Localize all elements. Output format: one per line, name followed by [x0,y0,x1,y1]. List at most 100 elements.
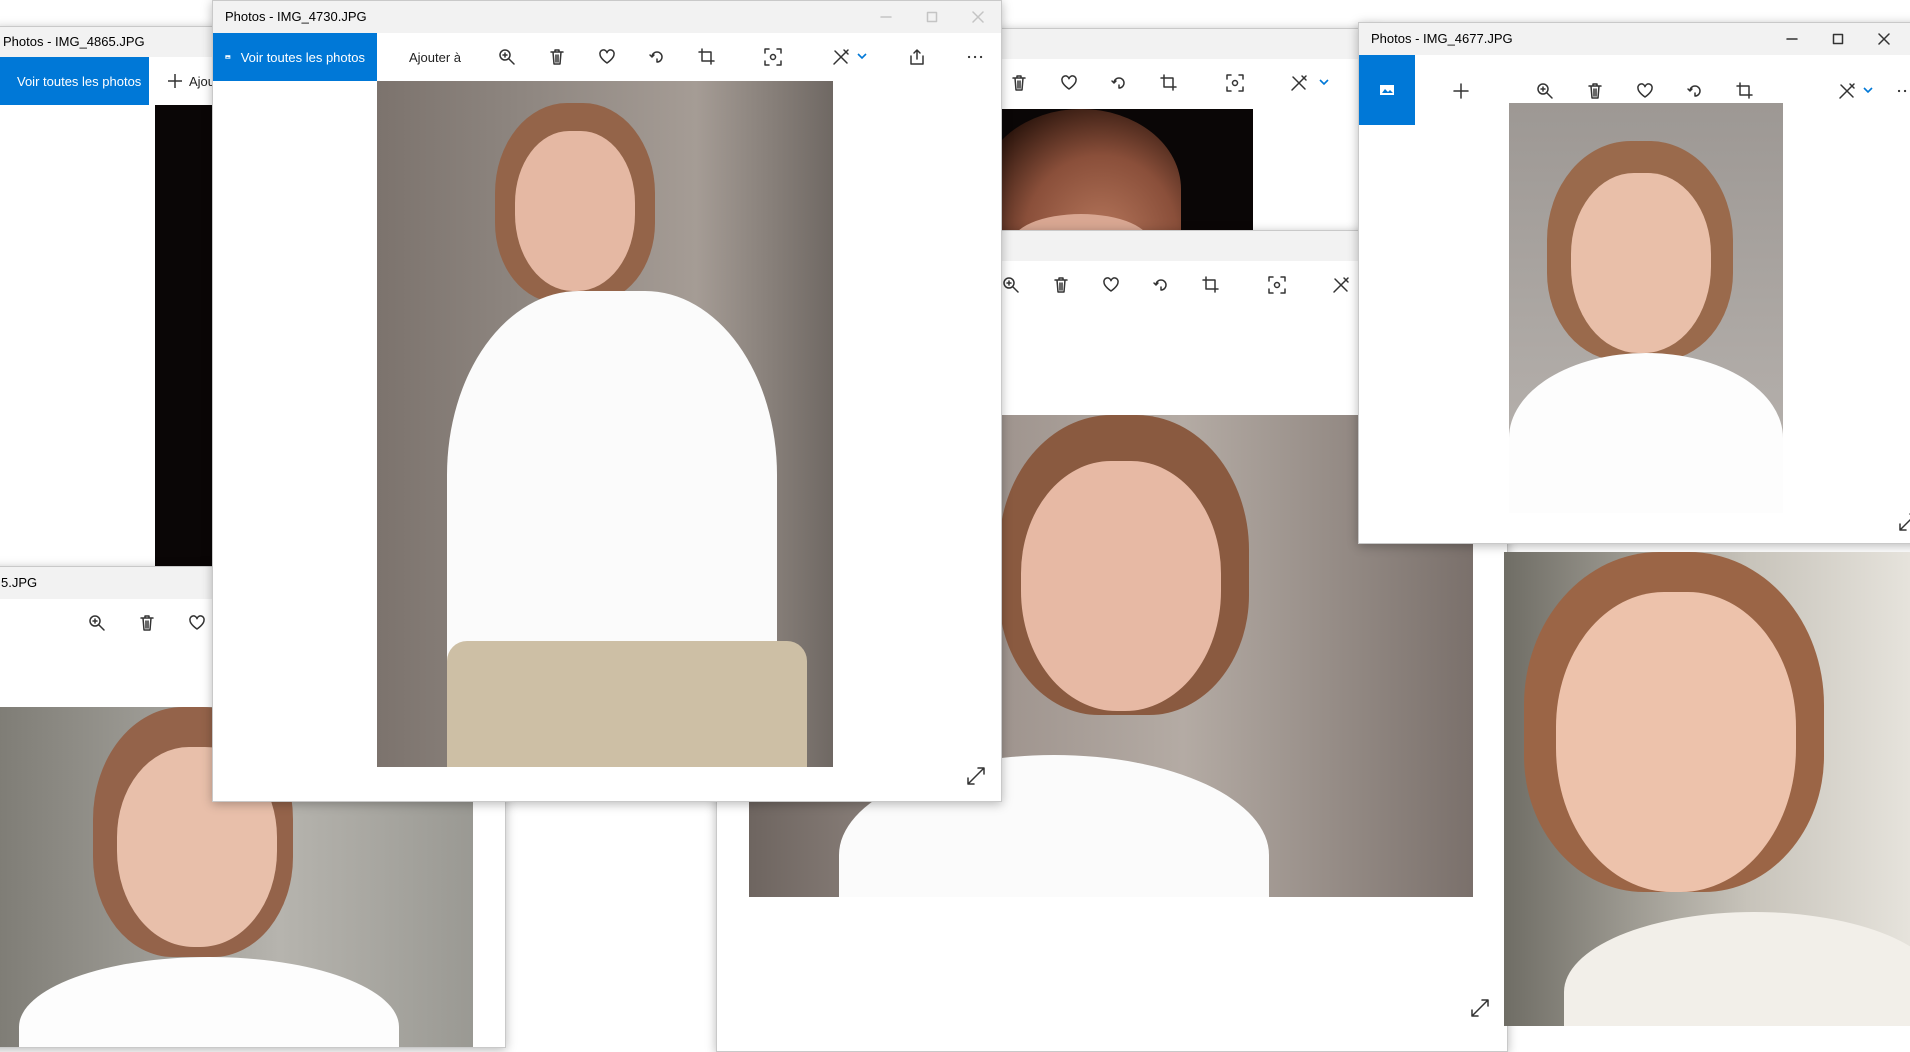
shirt-shape [1509,353,1783,513]
add-to-button[interactable] [1447,77,1475,105]
face-shape [1021,461,1221,711]
face-shape [1571,173,1711,353]
title-bar[interactable]: Photos - IMG_4730.JPG [213,1,1001,33]
edit-dropdown-chevron[interactable] [857,47,867,60]
visual-search-button[interactable] [1263,271,1291,299]
rotate-button[interactable] [1147,271,1175,299]
edit-button[interactable] [1285,69,1313,97]
visual-search-button[interactable] [759,43,787,71]
add-to-button[interactable]: Ajouter à [387,33,461,81]
edit-button[interactable] [1833,77,1861,105]
view-all-photos-button[interactable]: Voir toutes les photos [213,33,377,81]
fullscreen-button[interactable] [1469,997,1491,1019]
visual-search-button[interactable] [1221,69,1249,97]
edit-dropdown-chevron[interactable] [1319,73,1329,86]
minimize-icon [1786,38,1798,40]
face-shape [1556,592,1796,892]
crop-icon [1160,74,1177,91]
crop-button[interactable] [693,43,721,71]
plus-icon [388,50,402,64]
zoom-in-icon [499,49,515,65]
view-all-photos-button[interactable]: Voir toutes les photos [0,57,149,105]
photo-image [377,81,833,767]
delete-button[interactable] [543,43,571,71]
window-title: Photos - IMG_4865.JPG [3,34,145,49]
maximize-button[interactable] [1815,23,1861,55]
toolbar [961,59,1381,107]
heart-icon [599,49,615,64]
rotate-button[interactable] [1105,69,1133,97]
title-bar[interactable]: Photos - IMG_4677.JPG [1359,23,1910,55]
window-controls [1769,23,1907,55]
zoom-in-button[interactable] [83,609,111,637]
favorite-button[interactable] [183,609,211,637]
zoom-in-button[interactable] [493,43,521,71]
more-options-button[interactable] [961,43,989,71]
fullscreen-button[interactable] [1897,511,1910,533]
crop-button[interactable] [1197,271,1225,299]
delete-button[interactable] [1047,271,1075,299]
crop-button[interactable] [1731,77,1759,105]
close-button[interactable] [1861,23,1907,55]
more-options-button[interactable] [1891,77,1910,105]
add-to-button[interactable]: Ajou [167,57,215,105]
window-title: 5.JPG [1,575,38,590]
edit-icon [833,49,849,65]
view-all-photos-label: Voir toutes les photos [17,73,142,89]
minimize-button[interactable] [863,1,909,33]
favorite-button[interactable] [1097,271,1125,299]
crop-button[interactable] [1155,69,1183,97]
rotate-icon [1687,85,1701,97]
plus-icon [1453,83,1469,99]
maximize-icon [1832,33,1844,45]
expand-icon [1899,513,1910,531]
shirt-shape [1564,912,1910,1026]
delete-button[interactable] [133,609,161,637]
zoom-in-button[interactable] [1531,77,1559,105]
crop-icon [698,48,715,65]
crop-icon [1736,82,1753,99]
rotate-button[interactable] [1681,77,1709,105]
title-bar[interactable] [961,29,1381,59]
shirt-shape [19,957,399,1047]
close-button[interactable] [955,1,1001,33]
toolbar: Voir toutes les photos Ajou [0,57,225,105]
favorite-button[interactable] [1055,69,1083,97]
delete-button[interactable] [1581,77,1609,105]
delete-icon [1588,83,1602,99]
share-button[interactable] [903,43,931,71]
add-to-label: Ajouter à [409,49,462,65]
edit-button[interactable] [1327,271,1355,299]
toolbar: Voir toutes les photos Ajouter à [213,33,1001,81]
edit-button[interactable] [827,43,855,71]
chevron-down-icon [1319,79,1329,86]
more-icon [967,55,983,59]
zoom-in-icon [1537,83,1553,99]
photos-icon [1380,85,1394,95]
delete-button[interactable] [1005,69,1033,97]
close-icon [972,11,984,23]
window-title: Photos - IMG_4730.JPG [225,9,367,24]
photo-image [1509,103,1783,513]
favorite-button[interactable] [593,43,621,71]
rotate-icon [649,51,663,63]
visual-search-icon [1268,276,1286,294]
heart-icon [1061,75,1077,90]
rotate-button[interactable] [643,43,671,71]
expand-icon [1471,999,1489,1017]
photos-icon [225,55,231,59]
title-bar[interactable]: Photos - IMG_4865.JPG [0,27,225,57]
rotate-icon [1111,77,1125,89]
more-icon [1897,89,1910,93]
favorite-button[interactable] [1631,77,1659,105]
expand-icon [967,767,985,785]
view-all-photos-button[interactable] [1359,55,1415,125]
plus-icon [168,74,182,88]
rotate-icon [1153,279,1167,291]
photo-image [1001,109,1253,249]
edit-icon [1839,83,1855,99]
minimize-button[interactable] [1769,23,1815,55]
fullscreen-button[interactable] [965,765,987,787]
edit-dropdown-chevron[interactable] [1863,81,1873,94]
maximize-button[interactable] [909,1,955,33]
